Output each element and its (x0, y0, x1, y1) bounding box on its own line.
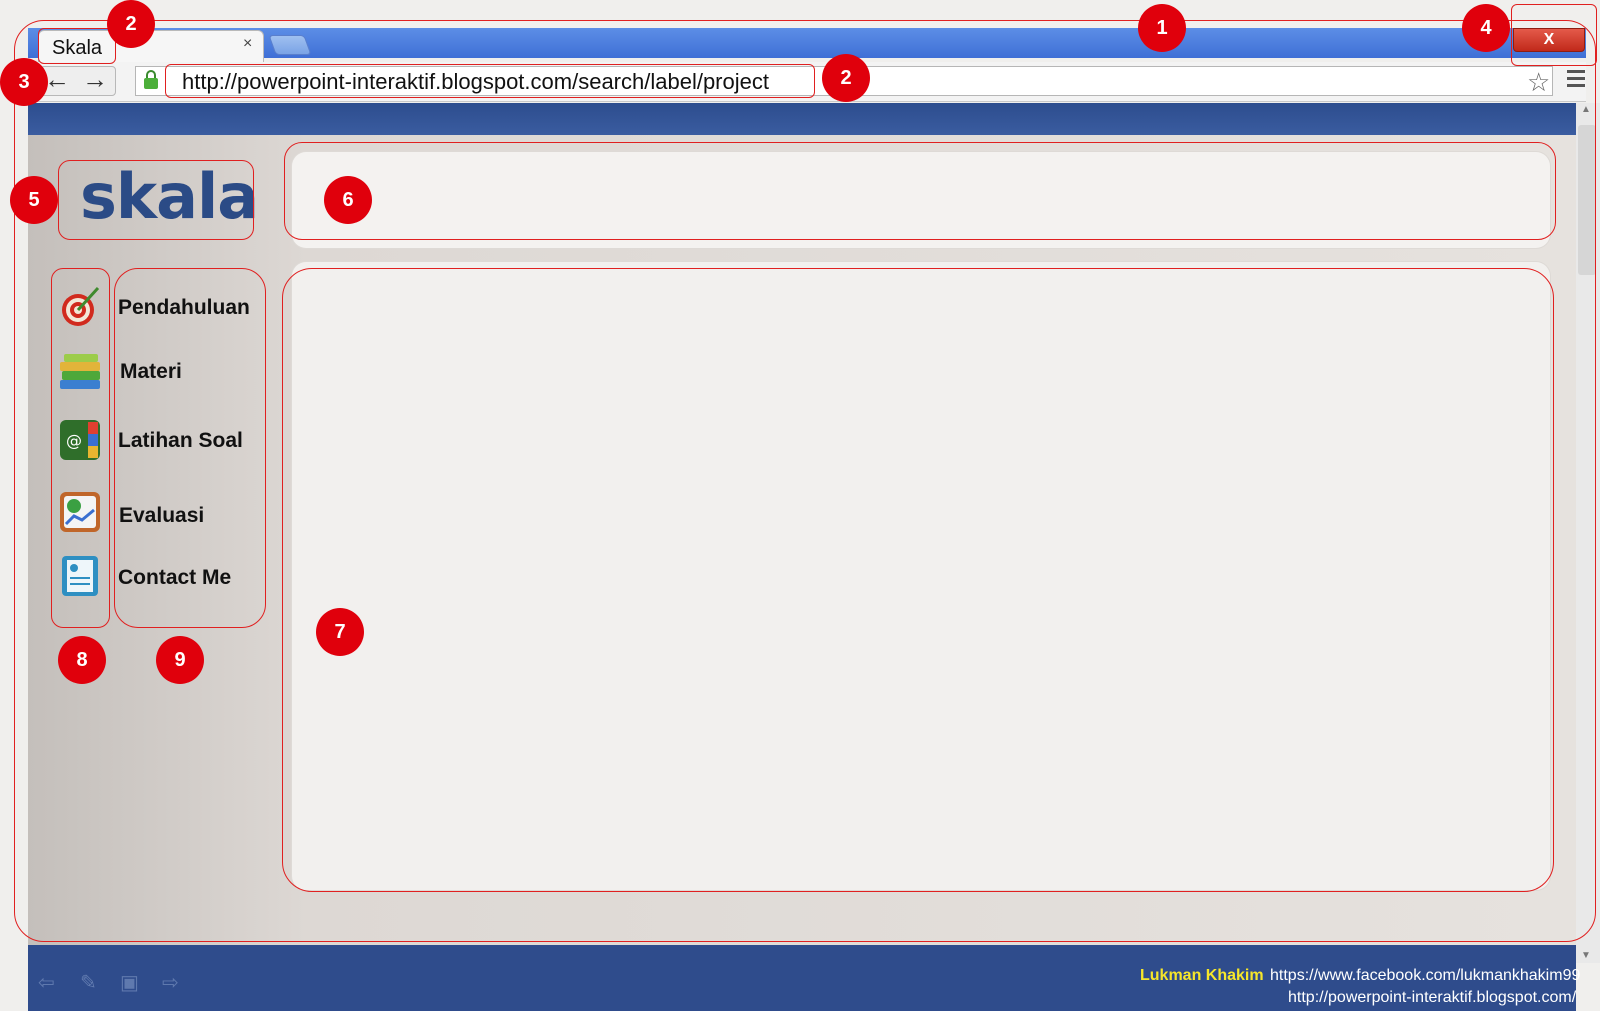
annotation-box-content (282, 268, 1554, 892)
footer-slides-icon[interactable]: ▣ (120, 970, 144, 994)
annotation-box-url (165, 64, 815, 98)
author-name: Lukman Khakim (1140, 967, 1264, 984)
annotation-badge-1: 1 (1138, 4, 1186, 52)
footer-back-icon[interactable]: ⇦ (38, 970, 62, 994)
annotation-badge-7: 7 (316, 608, 364, 656)
annotation-box-close (1511, 4, 1597, 66)
annotation-badge-4: 4 (1462, 4, 1510, 52)
annotation-badge-2-url: 2 (822, 54, 870, 102)
facebook-link[interactable]: https://www.facebook.com/lukmankhakim99 (1270, 967, 1580, 985)
footer-pen-icon[interactable]: ✎ (80, 970, 104, 994)
footer-forward-icon[interactable]: ⇨ (162, 970, 186, 994)
annotation-box-tab (38, 28, 116, 64)
annotation-badge-3: 3 (0, 58, 48, 106)
annotation-badge-9: 9 (156, 636, 204, 684)
annotation-badge-2-tab: 2 (107, 0, 155, 48)
annotation-box-header (284, 142, 1556, 240)
blog-link[interactable]: http://powerpoint-interaktif.blogspot.co… (1288, 989, 1576, 1007)
annotation-badge-5: 5 (10, 176, 58, 224)
annotation-badge-8: 8 (58, 636, 106, 684)
scroll-down-icon[interactable]: ▼ (1581, 950, 1591, 961)
annotation-box-logo (58, 160, 254, 240)
annotation-badge-6: 6 (324, 176, 372, 224)
annotation-box-icons (51, 268, 110, 628)
annotation-box-labels (114, 268, 266, 628)
